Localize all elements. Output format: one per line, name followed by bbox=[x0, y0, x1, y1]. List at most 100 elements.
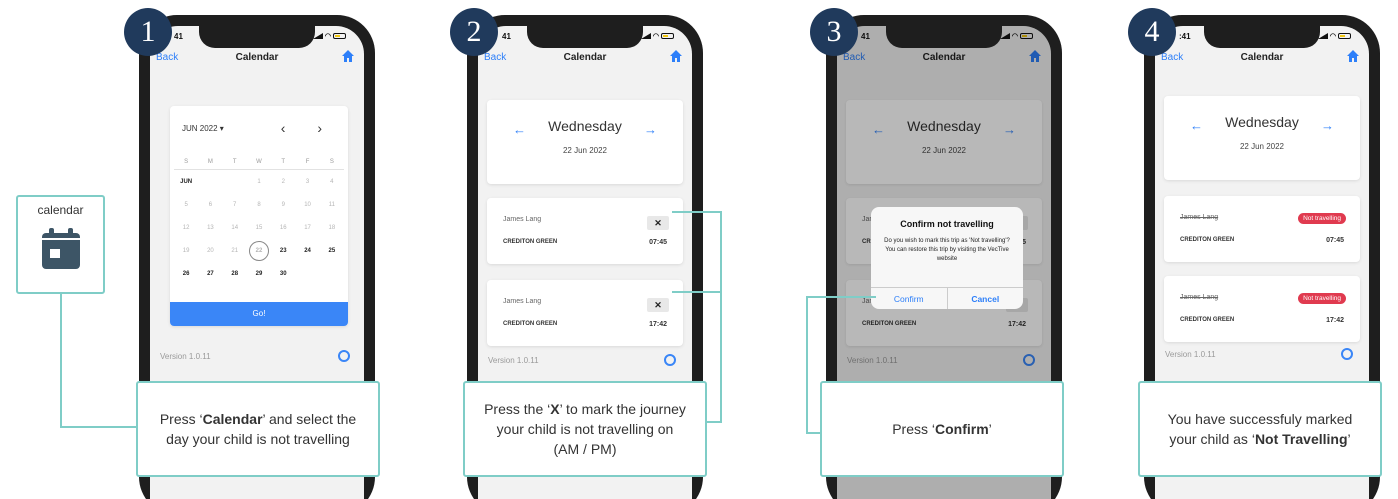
passenger-name: James Lang bbox=[503, 216, 542, 223]
trip-time: 17:42 bbox=[649, 321, 667, 328]
connector-line bbox=[706, 421, 722, 423]
calendar-day[interactable]: 9 bbox=[271, 202, 295, 208]
trip-card-pm: James Lang Not travelling CREDITON GREEN… bbox=[1164, 276, 1360, 342]
calendar-day[interactable]: 5 bbox=[174, 202, 198, 208]
connector-line bbox=[806, 296, 808, 434]
settings-icon[interactable] bbox=[338, 350, 350, 362]
calendar-week-row: 5 6 7 8 9 10 11 bbox=[174, 193, 344, 216]
calendar-day[interactable]: 26 bbox=[174, 271, 198, 277]
calendar-day[interactable]: 24 bbox=[295, 248, 319, 254]
weekday-header: S bbox=[184, 158, 189, 165]
calendar-day[interactable]: 10 bbox=[295, 202, 319, 208]
version-label: Version 1.0.11 bbox=[1165, 350, 1216, 359]
settings-icon[interactable] bbox=[1341, 348, 1353, 360]
caption-text: ’ bbox=[1347, 431, 1351, 447]
step-caption: You have successfuly marked your child a… bbox=[1138, 381, 1382, 477]
caption-bold: X bbox=[550, 401, 560, 417]
calendar-grid: S M T W T F S JUN 1 2 3 4 5 6 7 8 9 10 11 12 13 14 15 16 17 18 19 2… bbox=[174, 154, 344, 285]
selected-day-circle[interactable]: 22 bbox=[248, 240, 269, 261]
calendar-day[interactable]: 18 bbox=[320, 225, 344, 231]
mark-not-travelling-button[interactable]: ✕ bbox=[647, 216, 669, 230]
calendar-day[interactable]: 7 bbox=[223, 202, 247, 208]
stop-name: CREDITON GREEN bbox=[1180, 237, 1235, 243]
month-row-label: JUN bbox=[180, 178, 193, 185]
step-caption: Press ‘Calendar’ and select the day your… bbox=[136, 381, 380, 477]
calendar-day[interactable]: 13 bbox=[198, 225, 222, 231]
calendar-day[interactable]: 8 bbox=[247, 202, 271, 208]
home-icon[interactable] bbox=[1347, 50, 1359, 62]
caption-text: ’ bbox=[988, 421, 992, 437]
calendar-week-row: 12 13 14 15 16 17 18 bbox=[174, 216, 344, 239]
passenger-name: James Lang bbox=[503, 298, 542, 305]
calendar-day[interactable]: 19 bbox=[174, 248, 198, 254]
calendar-day[interactable]: 11 bbox=[320, 202, 344, 208]
calendar-day[interactable]: 28 bbox=[223, 271, 247, 277]
connector-line bbox=[60, 292, 62, 428]
mark-not-travelling-button[interactable]: ✕ bbox=[647, 298, 669, 312]
calendar-day[interactable]: 14 bbox=[223, 225, 247, 231]
calendar-day[interactable]: 12 bbox=[174, 225, 198, 231]
phone-notch bbox=[199, 26, 315, 48]
day-card: ← Wednesday 22 Jun 2022 → bbox=[487, 100, 683, 184]
calendar-day[interactable]: 2 bbox=[271, 179, 295, 185]
stop-name: CREDITON GREEN bbox=[503, 321, 558, 327]
stage: calendar 41 ◠ Back Calendar JUN 2022 ▾ ‹… bbox=[0, 0, 1398, 499]
calendar-day[interactable]: 25 bbox=[320, 248, 344, 254]
next-day-arrow[interactable]: → bbox=[1321, 118, 1334, 133]
calendar-day[interactable]: 1 bbox=[247, 179, 271, 185]
wifi-icon: ◠ bbox=[324, 33, 331, 40]
calendar-day[interactable]: 20 bbox=[198, 248, 222, 254]
calendar-icon-callout: calendar bbox=[16, 195, 105, 294]
step-caption: Press the ‘X’ to mark the journey your c… bbox=[463, 381, 707, 477]
wifi-icon: ◠ bbox=[652, 33, 659, 40]
calendar-day[interactable]: 17 bbox=[295, 225, 319, 231]
step-number-badge: 3 bbox=[810, 8, 858, 56]
calendar-day[interactable]: 15 bbox=[247, 225, 271, 231]
calendar-day[interactable]: 23 bbox=[271, 248, 295, 254]
caption-text: Press ‘ bbox=[892, 421, 935, 437]
status-time: 41 bbox=[174, 32, 183, 41]
calendar-icon-label: calendar bbox=[37, 203, 84, 217]
calendar-day[interactable]: 30 bbox=[271, 271, 295, 277]
confirm-button[interactable]: Confirm bbox=[871, 288, 948, 309]
calendar-day[interactable]: 27 bbox=[198, 271, 222, 277]
nav-title: Calendar bbox=[1240, 52, 1284, 63]
dialog-message: Do you wish to mark this trip as 'Not tr… bbox=[884, 238, 1010, 262]
calendar-day[interactable]: 29 bbox=[247, 271, 271, 277]
date-label: 22 Jun 2022 bbox=[562, 146, 608, 155]
go-button[interactable]: Go! bbox=[170, 302, 348, 326]
wifi-icon: ◠ bbox=[1329, 33, 1336, 40]
nav-bar: Back Calendar bbox=[478, 50, 692, 74]
weekday-header: W bbox=[256, 158, 262, 165]
connector-line bbox=[60, 426, 138, 428]
calendar-day[interactable]: 21 bbox=[223, 248, 247, 254]
passenger-name: James Lang bbox=[1180, 214, 1219, 221]
battery-icon bbox=[1338, 33, 1351, 39]
cancel-button[interactable]: Cancel bbox=[948, 288, 1024, 309]
calendar-day-selected[interactable]: 22 bbox=[247, 240, 271, 261]
weekday-header: F bbox=[305, 158, 310, 165]
weekday-header: T bbox=[281, 158, 286, 165]
calendar-day[interactable]: 4 bbox=[320, 179, 344, 185]
version-label: Version 1.0.11 bbox=[488, 356, 539, 365]
trip-time: 07:45 bbox=[649, 239, 667, 246]
calendar-day[interactable]: 6 bbox=[198, 202, 222, 208]
settings-icon[interactable] bbox=[664, 354, 676, 366]
calendar-day[interactable]: 3 bbox=[295, 179, 319, 185]
dialog-title: Confirm not travelling bbox=[900, 219, 994, 229]
battery-icon bbox=[661, 33, 674, 39]
month-selector[interactable]: JUN 2022 ▾ bbox=[182, 124, 224, 133]
day-card: ← Wednesday 22 Jun 2022 → bbox=[1164, 96, 1360, 180]
step-number-badge: 4 bbox=[1128, 8, 1176, 56]
home-icon[interactable] bbox=[342, 50, 354, 62]
calendar-week-row: 19 20 21 22 23 24 25 bbox=[174, 239, 344, 262]
month-arrows[interactable]: ‹ › bbox=[281, 120, 336, 136]
weekday-header: T bbox=[232, 158, 237, 165]
calendar-day[interactable]: 16 bbox=[271, 225, 295, 231]
calendar-card: JUN 2022 ▾ ‹ › S M T W T F S JUN 1 2 3 4 5 6 7 8 9 10 11 12… bbox=[170, 106, 348, 326]
connector-line bbox=[720, 211, 722, 423]
calendar-week-row: 26 27 28 29 30 bbox=[174, 262, 344, 285]
next-day-arrow[interactable]: → bbox=[644, 122, 657, 137]
home-icon[interactable] bbox=[670, 50, 682, 62]
connector-line bbox=[672, 211, 722, 213]
